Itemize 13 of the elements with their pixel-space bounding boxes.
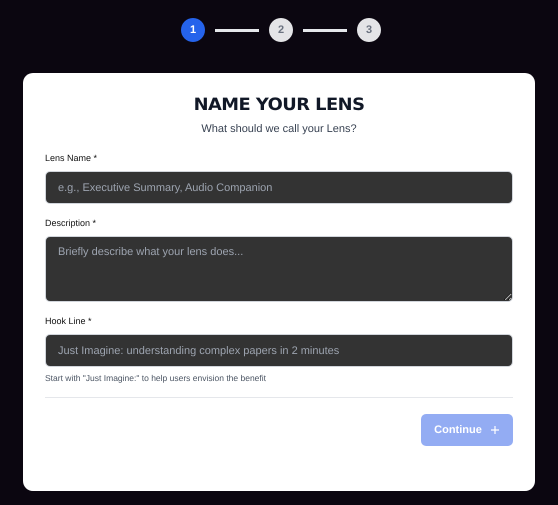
step-indicator: 2 [269, 18, 293, 42]
field-label: Lens Name * [45, 153, 98, 163]
plus-icon [490, 425, 500, 435]
field-hint: Start with "Just Imagine:" to help users envision the benefit [45, 373, 268, 383]
card-title: NAME YOUR LENS [192, 95, 366, 115]
input-field[interactable]: Briefly describe what your lens does... [45, 236, 513, 302]
field-label: Hook Line * [45, 316, 93, 326]
step-indicator: 3 [357, 18, 381, 42]
field-label: Description * [45, 218, 98, 228]
step-indicator: 1 [181, 18, 205, 42]
input-field[interactable]: Just Imagine: understanding complex papers in 2 minutes [45, 334, 513, 367]
input-field[interactable]: e.g., Executive Summary, Audio Companion [45, 171, 513, 204]
card-subtitle: What should we call your Lens? [200, 123, 358, 135]
